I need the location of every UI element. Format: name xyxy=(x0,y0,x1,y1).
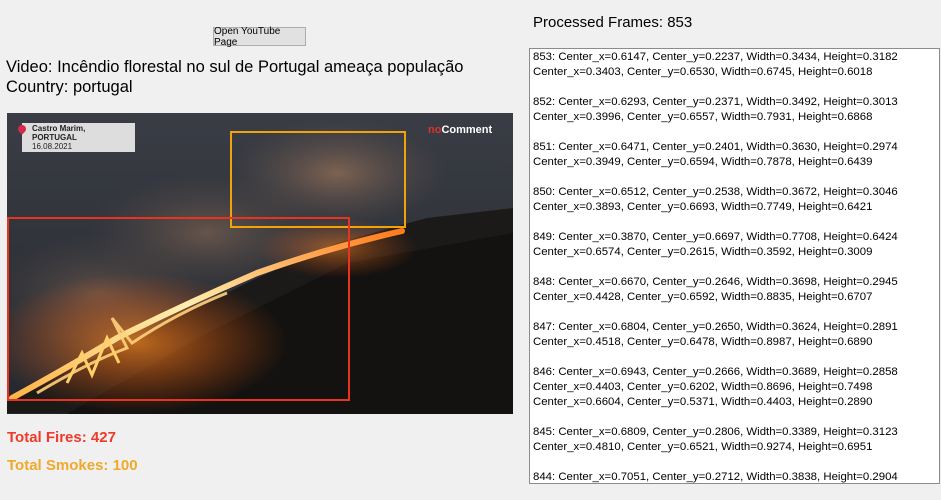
frame-detection-line: 852: Center_x=0.6293, Center_y=0.2371, W… xyxy=(533,96,898,108)
video-country: Country: portugal xyxy=(6,78,133,96)
frame-detection-line: Center_x=0.4518, Center_y=0.6478, Width=… xyxy=(533,336,873,348)
open-youtube-button[interactable]: Open YouTube Page xyxy=(213,26,306,48)
frame-detection-line: 853: Center_x=0.6147, Center_y=0.2237, W… xyxy=(533,51,898,63)
frame-detection-line: 850: Center_x=0.6512, Center_y=0.2538, W… xyxy=(533,186,898,198)
location-overlay: Castro Marim, PORTUGAL 16.08.2021 xyxy=(16,123,135,152)
frame-detection-line: 846: Center_x=0.6943, Center_y=0.2666, W… xyxy=(533,366,898,378)
frame-entry: 853: Center_x=0.6147, Center_y=0.2237, W… xyxy=(533,50,939,80)
total-fires: Total Fires: 427 xyxy=(7,429,116,446)
processed-frames-count: Processed Frames: 853 xyxy=(533,14,693,31)
frame-detection-line: Center_x=0.4403, Center_y=0.6202, Width=… xyxy=(533,381,873,393)
nocomment-logo: noComment xyxy=(428,124,492,136)
video-scene xyxy=(7,113,513,414)
frame-entry: 852: Center_x=0.6293, Center_y=0.2371, W… xyxy=(533,95,939,125)
frame-detection-line: Center_x=0.3996, Center_y=0.6557, Width=… xyxy=(533,111,873,123)
frame-detection-line: Center_x=0.3403, Center_y=0.6530, Width=… xyxy=(533,66,873,78)
frame-detection-line: 847: Center_x=0.6804, Center_y=0.2650, W… xyxy=(533,321,898,333)
logo-prefix: no xyxy=(428,124,442,136)
logo-text: Comment xyxy=(441,124,493,136)
overlay-location: Castro Marim, PORTUGAL xyxy=(32,124,86,142)
frame-detection-line: Center_x=0.3949, Center_y=0.6594, Width=… xyxy=(533,156,873,168)
frames-log-list: 853: Center_x=0.6147, Center_y=0.2237, W… xyxy=(530,49,939,483)
overlay-date: 16.08.2021 xyxy=(32,142,73,151)
frame-detection-line: 848: Center_x=0.6670, Center_y=0.2646, W… xyxy=(533,276,898,288)
video-frame xyxy=(7,113,513,414)
frame-detection-line: Center_x=0.4810, Center_y=0.6521, Width=… xyxy=(533,441,873,453)
frame-entry: 850: Center_x=0.6512, Center_y=0.2538, W… xyxy=(533,185,939,215)
frame-detection-line: 851: Center_x=0.6471, Center_y=0.2401, W… xyxy=(533,141,898,153)
frame-detection-line: 844: Center_x=0.7051, Center_y=0.2712, W… xyxy=(533,471,898,483)
frame-entry: 844: Center_x=0.7051, Center_y=0.2712, W… xyxy=(533,470,939,483)
frame-detection-line: 845: Center_x=0.6809, Center_y=0.2806, W… xyxy=(533,426,898,438)
frame-entry: 851: Center_x=0.6471, Center_y=0.2401, W… xyxy=(533,140,939,170)
frame-detection-line: Center_x=0.4428, Center_y=0.6592, Width=… xyxy=(533,291,873,303)
video-title: Video: Incêndio florestal no sul de Port… xyxy=(6,58,464,76)
frame-entry: 846: Center_x=0.6943, Center_y=0.2666, W… xyxy=(533,365,939,410)
frame-entry: 849: Center_x=0.3870, Center_y=0.6697, W… xyxy=(533,230,939,260)
frame-detection-line: Center_x=0.6604, Center_y=0.5371, Width=… xyxy=(533,396,873,408)
frame-entry: 845: Center_x=0.6809, Center_y=0.2806, W… xyxy=(533,425,939,455)
total-smokes: Total Smokes: 100 xyxy=(7,457,138,474)
frames-log-panel[interactable]: 853: Center_x=0.6147, Center_y=0.2237, W… xyxy=(529,48,940,484)
frame-entry: 848: Center_x=0.6670, Center_y=0.2646, W… xyxy=(533,275,939,305)
frame-detection-line: 849: Center_x=0.3870, Center_y=0.6697, W… xyxy=(533,231,898,243)
frame-detection-line: Center_x=0.6574, Center_y=0.2615, Width=… xyxy=(533,246,873,258)
frame-entry: 847: Center_x=0.6804, Center_y=0.2650, W… xyxy=(533,320,939,350)
frame-detection-line: Center_x=0.3893, Center_y=0.6693, Width=… xyxy=(533,201,873,213)
